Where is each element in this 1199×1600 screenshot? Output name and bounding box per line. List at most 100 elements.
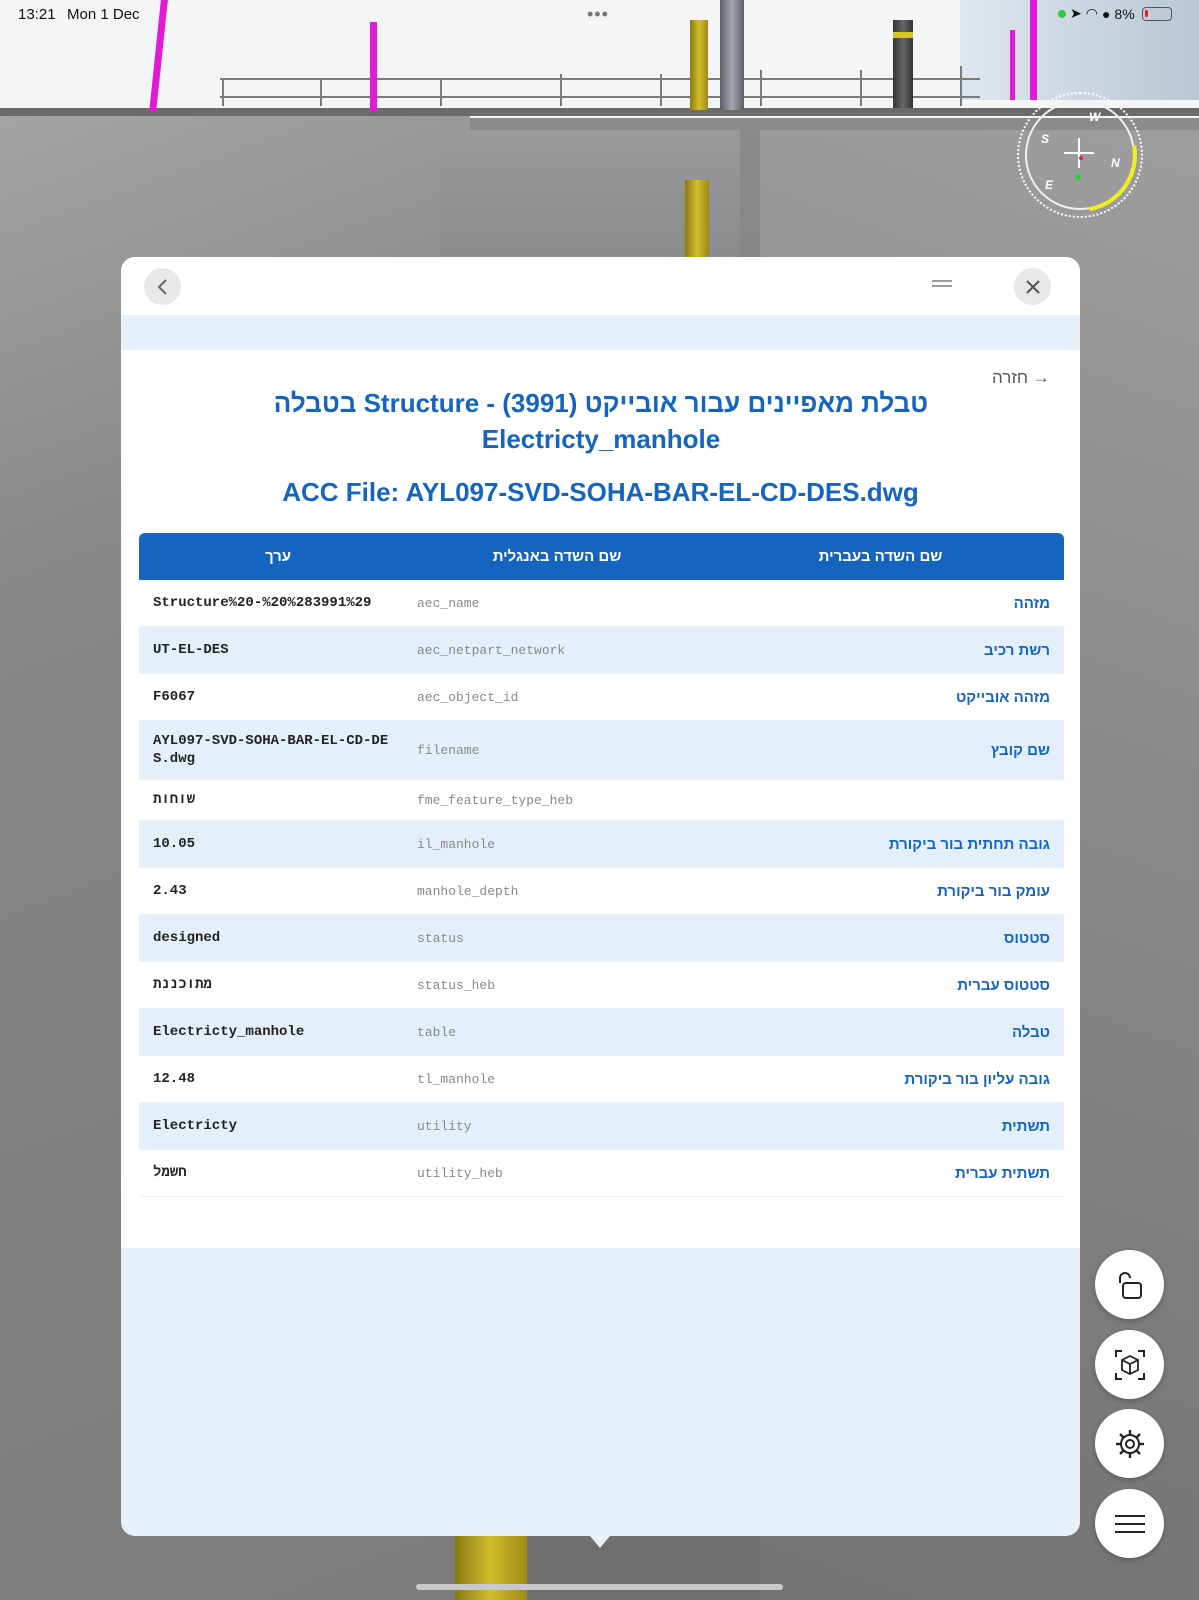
cell-english: aec_object_id <box>417 689 519 705</box>
cell-value: UT-EL-DES <box>153 642 229 658</box>
table-row: חשמל utility_heb תשתית עברית <box>139 1150 1064 1197</box>
table-row: Structure%20-%20%283991%29 aec_name מזהה <box>139 580 1064 627</box>
page-title: טבלת מאפיינים עבור אובייקט Structure - (… <box>273 388 929 454</box>
card-footer <box>121 1213 1080 1248</box>
compass-target-dot <box>1079 156 1083 160</box>
magenta-pipe <box>370 22 377 112</box>
cell-value: 10.05 <box>153 836 196 852</box>
cell-english: tl_manhole <box>417 1071 496 1087</box>
cell-english: fme_feature_type_heb <box>417 792 574 808</box>
attributes-card: → חזרה טבלת מאפיינים עבור אובייקט Struct… <box>121 350 1080 1213</box>
cell-value: F6067 <box>153 689 196 705</box>
battery-percent: 8% <box>1114 5 1135 22</box>
table-row: F6067 aec_object_id מזהה אובייקט <box>139 674 1064 721</box>
cell-hebrew: גובה תחתית בור ביקורת <box>888 835 1050 853</box>
status-time: 13:21 <box>18 6 56 23</box>
cell-hebrew: מזהה אובייקט <box>955 688 1050 706</box>
table-row: designed status סטטוס <box>139 915 1064 962</box>
compass-position-dot <box>1075 174 1081 180</box>
chevron-left-icon <box>157 278 167 295</box>
railing-post <box>320 78 322 106</box>
yellow-pipe-bottom <box>455 1536 527 1600</box>
gear-icon <box>1115 1429 1144 1458</box>
railing-post <box>760 70 762 106</box>
file-subtitle: ACC File: AYL097-SVD-SOHA-BAR-EL-CD-DES.… <box>282 477 919 507</box>
cell-value: 2.43 <box>153 883 187 899</box>
battery-icon <box>1141 6 1172 21</box>
cell-hebrew: שם קובץ <box>990 741 1050 759</box>
compass-label-e: E <box>1045 178 1054 192</box>
drag-handle-icon[interactable] <box>932 280 952 290</box>
cell-english: aec_netpart_network <box>417 642 566 658</box>
table-row: AYL097-SVD-SOHA-BAR-EL-CD-DES.dwg filena… <box>139 721 1064 780</box>
home-indicator[interactable] <box>416 1584 783 1590</box>
cell-english: status_heb <box>417 977 496 993</box>
status-indicators: ➤ ◠ ● 8% <box>1058 5 1172 22</box>
railing-post <box>222 78 224 106</box>
cell-hebrew: טבלה <box>1011 1023 1050 1041</box>
compass-label-n: N <box>1111 156 1120 170</box>
hamburger-menu-icon <box>1114 1514 1145 1533</box>
table-row: 10.05 il_manhole גובה תחתית בור ביקורת <box>139 821 1064 868</box>
railing-post <box>560 74 562 106</box>
cell-value: AYL097-SVD-SOHA-BAR-EL-CD-DES.dwg <box>153 733 389 767</box>
cell-value: 12.48 <box>153 1071 196 1087</box>
yellow-pipe <box>685 180 709 260</box>
cell-value: שוחות <box>153 792 196 808</box>
cell-english: filename <box>417 742 480 758</box>
cell-english: il_manhole <box>417 836 496 852</box>
table-row: 12.48 tl_manhole גובה עליון בור ביקורת <box>139 1056 1064 1103</box>
railing-top <box>220 78 980 80</box>
railing-bottom <box>220 96 980 98</box>
camera-in-use-icon <box>1058 9 1066 18</box>
cell-value: חשמל <box>153 1165 187 1181</box>
cell-hebrew: רשת רכיב <box>984 641 1050 659</box>
table-row: 2.43 manhole_depth עומק בור ביקורת <box>139 868 1064 915</box>
cell-hebrew: סטטוס <box>1003 929 1050 947</box>
cell-english: manhole_depth <box>417 883 519 899</box>
object-scan-button[interactable] <box>1095 1330 1164 1399</box>
back-button[interactable] <box>144 268 181 305</box>
close-button[interactable] <box>1014 268 1051 305</box>
cell-value: Electricty <box>153 1118 238 1134</box>
cell-value: Electricty_manhole <box>153 1024 305 1040</box>
attributes-table: ערך שם השדה באנגלית שם השדה בעברית Struc… <box>139 533 1064 1197</box>
table-row: Electricty_manhole table טבלה <box>139 1009 1064 1056</box>
yellow-pipe-top <box>690 20 708 110</box>
unlock-icon <box>1118 1271 1142 1299</box>
multitasking-dots[interactable]: ••• <box>587 4 609 25</box>
header-hebrew-field: שם השדה בעברית <box>818 548 943 565</box>
cell-hebrew: עומק בור ביקורת <box>937 882 1050 900</box>
concrete-column <box>720 0 744 110</box>
close-icon <box>1025 279 1040 294</box>
wifi-icon: ◠ <box>1085 5 1098 21</box>
status-date: Mon 1 Dec <box>67 6 140 23</box>
railing-post <box>860 70 862 106</box>
cell-value: designed <box>153 930 221 946</box>
railing-post <box>440 78 442 106</box>
cell-english: utility_heb <box>417 1165 503 1181</box>
table-row: UT-EL-DES aec_netpart_network רשת רכיב <box>139 627 1064 674</box>
cell-hebrew: גובה עליון בור ביקורת <box>904 1070 1050 1088</box>
location-icon: ➤ <box>1070 5 1082 21</box>
cell-value: מתוכננת <box>153 977 212 993</box>
cell-english: status <box>417 930 464 946</box>
table-row: מתוכננת status_heb סטטוס עברית <box>139 962 1064 1009</box>
compass-crosshair <box>1078 138 1080 168</box>
cell-hebrew: תשתית עברית <box>955 1164 1050 1182</box>
main-menu-button[interactable] <box>1095 1489 1164 1558</box>
lock-toggle-button[interactable] <box>1095 1250 1164 1319</box>
cell-hebrew: תשתית <box>1001 1117 1050 1135</box>
compass-widget[interactable]: W S N E <box>1000 75 1160 235</box>
cell-hebrew: מזהה <box>1013 594 1050 612</box>
table-body: Structure%20-%20%283991%29 aec_name מזהה… <box>139 580 1064 1197</box>
modal-header <box>121 257 1080 315</box>
ground-ledge <box>0 108 1199 116</box>
table-row: Electricty utility תשתית <box>139 1103 1064 1150</box>
cell-english: table <box>417 1024 457 1040</box>
compass-label-w: W <box>1089 110 1101 124</box>
header-value: ערך <box>264 548 292 565</box>
table-header: ערך שם השדה באנגלית שם השדה בעברית <box>139 533 1064 580</box>
settings-button[interactable] <box>1095 1409 1164 1478</box>
bollard <box>893 20 913 108</box>
